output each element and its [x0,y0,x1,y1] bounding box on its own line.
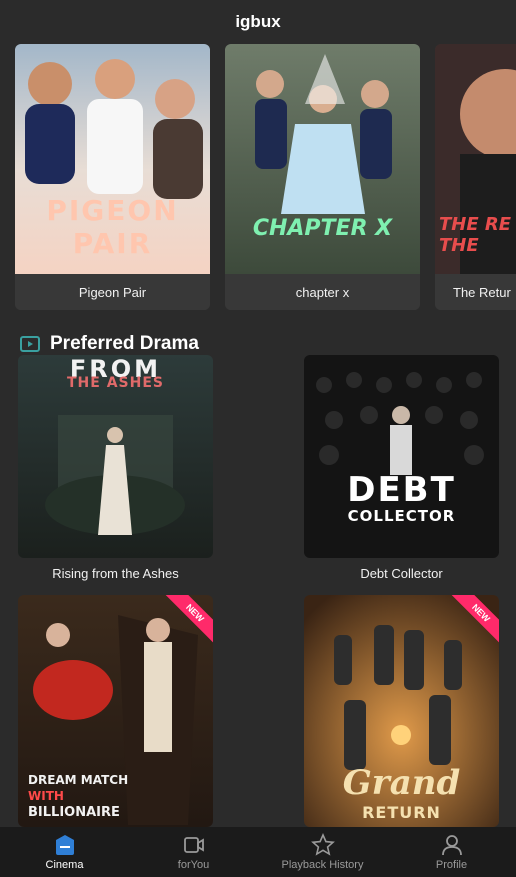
app-header: igbux [0,0,516,44]
nav-label: forYou [177,859,210,871]
drama-card[interactable]: FROM THE ASHES Rising from the Ashes [18,355,213,581]
bottom-navigation: Cinema forYou Playback History Profile [0,827,516,877]
featured-carousel[interactable]: PIGEON PAIR Pigeon Pair CHAPTER X chapte… [15,44,516,310]
section-header: Preferred Drama [20,333,199,355]
poster-title-art: THE RE THE [439,214,512,256]
poster-image: DEBT COLLECTOR [304,355,499,558]
poster-title-art: DEBT [347,470,456,510]
nav-item-profile[interactable]: Profile [387,833,516,871]
card-title: The Retur [435,274,516,310]
poster-subtitle-art: THE ASHES [67,375,164,391]
drama-card[interactable]: DREAM MATCH WITH BILLIONAIRE NEW [18,595,213,827]
nav-label: Playback History [281,859,364,871]
poster-image: DREAM MATCH WITH BILLIONAIRE NEW [18,595,213,827]
poster-image: PIGEON PAIR [15,44,210,274]
nav-label: Profile [435,859,468,871]
card-title: Pigeon Pair [15,274,210,310]
cinema-icon [55,835,74,855]
poster-subtitle-art: BILLIONAIRE [28,805,120,820]
carousel-card[interactable]: CHAPTER X chapter x [225,44,420,310]
poster-image: FROM THE ASHES [18,355,213,558]
video-camera-icon [183,837,204,853]
app-title: igbux [235,12,281,31]
drama-title: Debt Collector [360,566,443,581]
poster-image: CHAPTER X [225,44,420,274]
app-screen: igbux PIGEON PAIR Pigeon Pair CHAPTER X … [0,0,516,877]
play-square-icon [20,336,40,352]
star-icon [310,833,335,856]
carousel-card[interactable]: PIGEON PAIR Pigeon Pair [15,44,210,310]
section-title: Preferred Drama [50,333,199,354]
poster-image: THE RE THE [435,44,516,274]
poster-title-art: Grand [342,763,461,803]
poster-image: Grand RETURN NEW [304,595,499,827]
card-title: chapter x [225,274,420,310]
poster-title-art: PIGEON PAIR [46,194,179,260]
carousel-card[interactable]: THE RE THE The Retur [435,44,516,310]
poster-title-art: DREAM MATCH [28,773,129,787]
drama-title: Rising from the Ashes [52,566,179,581]
drama-card[interactable]: Grand RETURN NEW [304,595,499,827]
drama-card[interactable]: DEBT COLLECTOR Debt Collector [304,355,499,581]
nav-item-foryou[interactable]: forYou [129,833,258,871]
nav-item-playback-history[interactable]: Playback History [258,833,387,871]
poster-subtitle-art: RETURN [362,803,441,822]
poster-subtitle-art: COLLECTOR [347,507,456,525]
poster-mid-art: WITH [28,789,64,803]
person-icon [441,835,462,856]
nav-item-cinema[interactable]: Cinema [0,833,129,871]
nav-label: Cinema [45,859,84,871]
poster-title-art: CHAPTER X [252,216,393,241]
